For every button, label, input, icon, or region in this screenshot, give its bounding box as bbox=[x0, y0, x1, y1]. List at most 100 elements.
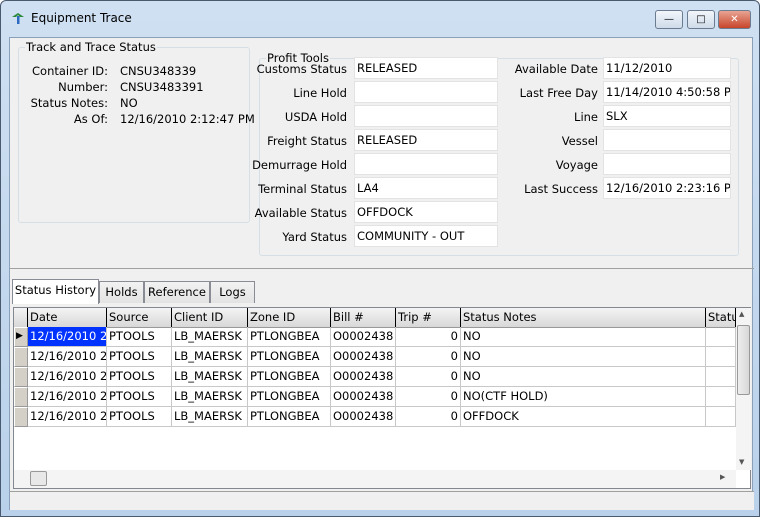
grid-cell[interactable]: OFFDOCK bbox=[461, 407, 706, 427]
grid-cell[interactable] bbox=[706, 407, 736, 427]
profit-label: Customs Status bbox=[256, 62, 347, 76]
scroll-thumb[interactable] bbox=[737, 325, 750, 395]
profit-field[interactable] bbox=[354, 153, 498, 175]
status-history-grid[interactable]: Date Source Client ID Zone ID Bill # Trip # St… bbox=[13, 307, 751, 489]
grid-cell[interactable]: PTOOLS bbox=[107, 327, 172, 347]
column-header[interactable]: Trip # bbox=[396, 308, 461, 328]
grid-cell[interactable] bbox=[706, 387, 736, 407]
close-button[interactable]: ✕ bbox=[718, 10, 751, 29]
profit-field[interactable]: 11/14/2010 4:50:58 PM bbox=[603, 81, 731, 103]
grid-cell[interactable]: O0002438 bbox=[331, 367, 396, 387]
profit-field[interactable]: SLX bbox=[603, 105, 731, 127]
profit-field[interactable]: RELEASED bbox=[354, 129, 498, 151]
grid-cell[interactable]: O0002438 bbox=[331, 327, 396, 347]
grid-cell[interactable]: PTLONGBEA bbox=[248, 387, 331, 407]
profit-field[interactable] bbox=[354, 105, 498, 127]
track-label: Status Notes: bbox=[30, 96, 108, 110]
grid-cell[interactable]: LB_MAERSK bbox=[172, 367, 248, 387]
grid-cell[interactable]: 12/16/2010 2:1 bbox=[28, 347, 107, 367]
profit-label: Terminal Status bbox=[258, 182, 347, 196]
app-icon bbox=[12, 13, 24, 24]
grid-cell[interactable]: LB_MAERSK bbox=[172, 327, 248, 347]
minimize-button[interactable]: — bbox=[655, 10, 683, 29]
grid-cell[interactable]: 0 bbox=[396, 407, 461, 427]
grid-cell[interactable] bbox=[706, 327, 736, 347]
grid-cell[interactable]: O0002438 bbox=[331, 387, 396, 407]
row-selector[interactable] bbox=[14, 347, 28, 367]
tab-reference[interactable]: Reference bbox=[144, 281, 210, 303]
row-selector[interactable] bbox=[14, 387, 28, 407]
grid-cell[interactable]: 12/16/2010 2:1 bbox=[28, 367, 107, 387]
grid-cell[interactable]: 12/16/2010 2:2 bbox=[28, 407, 107, 427]
row-header-corner bbox=[14, 308, 28, 328]
profit-label: Last Free Day bbox=[519, 86, 598, 100]
hscroll-thumb[interactable] bbox=[30, 471, 47, 486]
grid-cell[interactable]: 12/16/2010 2:1 bbox=[28, 327, 107, 347]
grid-cell[interactable]: LB_MAERSK bbox=[172, 407, 248, 427]
grid-cell[interactable]: O0002438 bbox=[331, 407, 396, 427]
current-row-icon: ▶ bbox=[16, 331, 23, 341]
grid-cell[interactable]: 0 bbox=[396, 347, 461, 367]
tab-holds[interactable]: Holds bbox=[99, 281, 144, 303]
column-header[interactable]: Date bbox=[28, 308, 107, 328]
profit-field[interactable]: RELEASED bbox=[354, 57, 498, 79]
grid-cell[interactable]: NO bbox=[461, 327, 706, 347]
grid-cell[interactable] bbox=[706, 347, 736, 367]
profit-label: Available Status bbox=[254, 206, 347, 220]
profit-label: Last Success bbox=[524, 182, 598, 196]
column-header[interactable]: Status Notes bbox=[461, 308, 706, 328]
scroll-down-icon[interactable]: ▼ bbox=[739, 458, 744, 466]
grid-cell[interactable]: PTOOLS bbox=[107, 407, 172, 427]
grid-cell[interactable] bbox=[706, 367, 736, 387]
track-label: Number: bbox=[58, 80, 108, 94]
grid-cell[interactable]: NO(CTF HOLD) bbox=[461, 387, 706, 407]
profit-field[interactable]: OFFDOCK bbox=[354, 201, 498, 223]
profit-field[interactable]: LA4 bbox=[354, 177, 498, 199]
vertical-scrollbar[interactable]: ▲ ▼ bbox=[736, 308, 751, 470]
row-selector[interactable] bbox=[14, 367, 28, 387]
column-header[interactable]: Statu bbox=[706, 308, 736, 328]
horizontal-scrollbar[interactable]: ▶ bbox=[14, 470, 736, 488]
track-value: 12/16/2010 2:12:47 PM bbox=[120, 112, 255, 126]
grid-cell[interactable]: 0 bbox=[396, 367, 461, 387]
profit-field[interactable] bbox=[603, 129, 731, 151]
divider bbox=[10, 268, 754, 269]
grid-cell[interactable]: LB_MAERSK bbox=[172, 387, 248, 407]
profit-field[interactable] bbox=[354, 81, 498, 103]
grid-cell[interactable]: PTLONGBEA bbox=[248, 347, 331, 367]
profit-field[interactable]: COMMUNITY - OUT bbox=[354, 225, 498, 247]
grid-cell[interactable]: PTLONGBEA bbox=[248, 407, 331, 427]
column-header[interactable]: Bill # bbox=[331, 308, 396, 328]
maximize-button[interactable]: □ bbox=[687, 10, 715, 29]
grid-cell[interactable]: NO bbox=[461, 367, 706, 387]
track-value: NO bbox=[120, 96, 138, 110]
scroll-right-icon[interactable]: ▶ bbox=[720, 473, 725, 481]
grid-cell[interactable]: PTOOLS bbox=[107, 387, 172, 407]
profit-label: Yard Status bbox=[282, 230, 347, 244]
scroll-up-icon[interactable]: ▲ bbox=[739, 310, 744, 318]
column-header[interactable]: Source bbox=[107, 308, 172, 328]
column-header[interactable]: Zone ID bbox=[248, 308, 331, 328]
track-label: Container ID: bbox=[32, 64, 108, 78]
tab-logs[interactable]: Logs bbox=[210, 281, 255, 303]
grid-cell[interactable]: O0002438 bbox=[331, 347, 396, 367]
profit-label: USDA Hold bbox=[284, 110, 347, 124]
grid-cell[interactable]: PTOOLS bbox=[107, 347, 172, 367]
grid-cell[interactable]: 12/16/2010 2:2 bbox=[28, 387, 107, 407]
profit-field[interactable] bbox=[603, 153, 731, 175]
tab-status-history[interactable]: Status History bbox=[12, 279, 99, 304]
track-label: As Of: bbox=[73, 112, 108, 126]
profit-field[interactable]: 11/12/2010 bbox=[603, 57, 731, 79]
track-trace-title: Track and Trace Status bbox=[25, 40, 157, 54]
profit-field[interactable]: 12/16/2010 2:23:16 PM bbox=[603, 177, 731, 199]
grid-cell[interactable]: 0 bbox=[396, 327, 461, 347]
grid-cell[interactable]: LB_MAERSK bbox=[172, 347, 248, 367]
row-selector[interactable] bbox=[14, 407, 28, 427]
column-header[interactable]: Client ID bbox=[172, 308, 248, 328]
grid-cell[interactable]: PTOOLS bbox=[107, 367, 172, 387]
grid-cell[interactable]: NO bbox=[461, 347, 706, 367]
grid-cell[interactable]: PTLONGBEA bbox=[248, 367, 331, 387]
grid-cell[interactable]: PTLONGBEA bbox=[248, 327, 331, 347]
row-selector[interactable]: ▶ bbox=[14, 327, 28, 347]
grid-cell[interactable]: 0 bbox=[396, 387, 461, 407]
